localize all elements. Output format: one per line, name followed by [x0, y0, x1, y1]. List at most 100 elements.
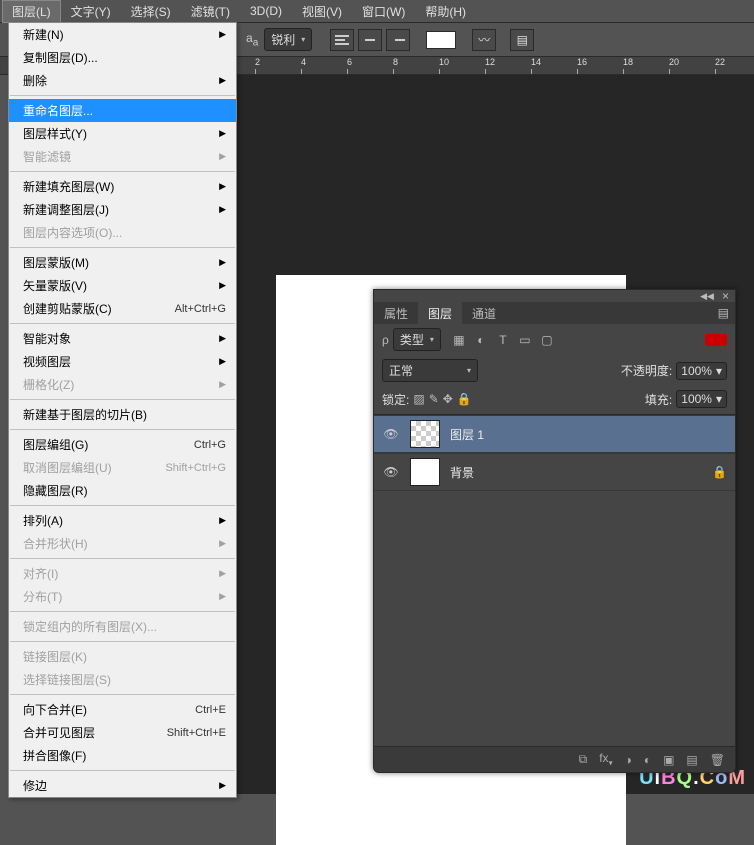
collapse-icon[interactable]: ◀◀: [700, 291, 714, 302]
lock-pixel-icon[interactable]: ✎: [429, 392, 439, 406]
link-layers-icon[interactable]: ⧉: [579, 752, 588, 767]
chevron-down-icon: ▾: [301, 35, 305, 44]
visibility-icon[interactable]: 👁: [382, 465, 400, 479]
align-center-button[interactable]: [358, 29, 382, 51]
menu-item-shortcut: Ctrl+E: [195, 704, 226, 716]
menubar-item-3[interactable]: 滤镜(T): [181, 0, 240, 23]
menu-item[interactable]: 排列(A)▶: [9, 509, 236, 532]
menu-item[interactable]: 图层编组(G)Ctrl+G: [9, 433, 236, 456]
layer-thumbnail[interactable]: [410, 458, 440, 486]
fx-icon[interactable]: fx▾: [599, 751, 612, 767]
panel-tab[interactable]: 图层: [418, 301, 462, 326]
new-layer-icon[interactable]: ▤: [686, 753, 697, 767]
menu-item[interactable]: 图层样式(Y)▶: [9, 122, 236, 145]
menu-item-label: 删除: [23, 72, 47, 89]
mask-icon[interactable]: ◑: [625, 753, 632, 767]
menu-item: 图层内容选项(O)...: [9, 221, 236, 244]
menu-item[interactable]: 拼合图像(F): [9, 744, 236, 767]
menu-item: 链接图层(K): [9, 645, 236, 668]
blend-mode-select[interactable]: 正常 ▾: [382, 359, 478, 382]
color-swatch[interactable]: [426, 31, 456, 49]
adjustment-icon[interactable]: ◐: [644, 753, 651, 767]
menu-separator: [10, 171, 235, 172]
layer-menu-dropdown: 新建(N)▶复制图层(D)...删除▶重命名图层...图层样式(Y)▶智能滤镜▶…: [8, 22, 237, 798]
antialias-value: 锐利: [271, 31, 295, 48]
menu-separator: [10, 770, 235, 771]
layer-row[interactable]: 👁背景🔒: [374, 453, 735, 491]
submenu-arrow-icon: ▶: [219, 181, 226, 192]
opacity-value: 100%: [681, 364, 712, 378]
menu-item[interactable]: 删除▶: [9, 69, 236, 92]
lock-all-icon[interactable]: 🔒: [457, 392, 472, 406]
menu-item[interactable]: 新建(N)▶: [9, 23, 236, 46]
menu-item[interactable]: 图层蒙版(M)▶: [9, 251, 236, 274]
menu-item-label: 新建填充图层(W): [23, 178, 114, 195]
menu-item[interactable]: 复制图层(D)...: [9, 46, 236, 69]
menu-separator: [10, 505, 235, 506]
layer-thumbnail[interactable]: [410, 420, 440, 448]
menu-item-label: 新建(N): [23, 26, 64, 43]
panel-tab[interactable]: 通道: [462, 301, 506, 326]
warp-text-button[interactable]: 〰: [472, 29, 496, 51]
menu-item[interactable]: 新建调整图层(J)▶: [9, 198, 236, 221]
ruler-tick: 6: [347, 57, 352, 67]
ruler-tick: 16: [577, 57, 587, 67]
menubar-item-5[interactable]: 视图(V): [292, 0, 352, 23]
menu-separator: [10, 429, 235, 430]
align-right-button[interactable]: [386, 29, 410, 51]
panel-menu-icon[interactable]: ▤: [718, 306, 729, 320]
lock-icon[interactable]: 🔒: [712, 465, 727, 479]
menu-item-shortcut: Shift+Ctrl+G: [165, 462, 226, 474]
menu-item-label: 排列(A): [23, 512, 63, 529]
menu-item-label: 向下合并(E): [23, 701, 87, 718]
menu-item[interactable]: 合并可见图层Shift+Ctrl+E: [9, 721, 236, 744]
menu-item-label: 栅格化(Z): [23, 376, 74, 393]
filter-adjust-icon[interactable]: ◐: [473, 332, 489, 348]
menu-item: 分布(T)▶: [9, 585, 236, 608]
menu-item-label: 创建剪贴蒙版(C): [23, 300, 112, 317]
submenu-arrow-icon: ▶: [219, 591, 226, 602]
menu-item[interactable]: 新建填充图层(W) ▶: [9, 175, 236, 198]
chevron-down-icon: ▾: [716, 392, 722, 406]
menubar-item-7[interactable]: 帮助(H): [415, 0, 476, 23]
menubar-item-2[interactable]: 选择(S): [121, 0, 181, 23]
menu-item[interactable]: 矢量蒙版(V)▶: [9, 274, 236, 297]
menu-item[interactable]: 重命名图层...: [9, 99, 236, 122]
panel-tab[interactable]: 属性: [374, 301, 418, 326]
filter-toggle[interactable]: [705, 334, 727, 346]
menubar-item-0[interactable]: 图层(L): [2, 0, 61, 23]
ruler-tick: 18: [623, 57, 633, 67]
lock-trans-icon[interactable]: ▨: [413, 392, 424, 406]
filter-text-icon[interactable]: T: [495, 332, 511, 348]
lock-pos-icon[interactable]: ✥: [443, 392, 453, 406]
menu-item[interactable]: 创建剪贴蒙版(C)Alt+Ctrl+G: [9, 297, 236, 320]
align-left-button[interactable]: [330, 29, 354, 51]
menu-item[interactable]: 智能对象▶: [9, 327, 236, 350]
opacity-input[interactable]: 100% ▾: [676, 362, 727, 380]
ruler-tick: 2: [255, 57, 260, 67]
menu-item[interactable]: 隐藏图层(R): [9, 479, 236, 502]
submenu-arrow-icon: ▶: [219, 280, 226, 291]
filter-smart-icon[interactable]: ▢: [539, 332, 555, 348]
aa-icon: aa: [246, 31, 258, 48]
menu-item[interactable]: 新建基于图层的切片(B): [9, 403, 236, 426]
menu-item[interactable]: 向下合并(E) Ctrl+E: [9, 698, 236, 721]
antialias-select[interactable]: 锐利 ▾: [264, 28, 312, 51]
menu-item[interactable]: 视频图层▶: [9, 350, 236, 373]
group-icon[interactable]: ▣: [663, 753, 674, 767]
filter-pixel-icon[interactable]: ▦: [451, 332, 467, 348]
filter-shape-icon[interactable]: ▭: [517, 332, 533, 348]
fill-input[interactable]: 100% ▾: [676, 390, 727, 408]
filter-type-select[interactable]: 类型 ▾: [393, 328, 441, 351]
menu-item-label: 复制图层(D)...: [23, 49, 98, 66]
close-icon[interactable]: ×: [722, 289, 729, 303]
menubar-item-1[interactable]: 文字(Y): [61, 0, 121, 23]
menubar-item-4[interactable]: 3D(D): [240, 1, 292, 21]
menubar-item-6[interactable]: 窗口(W): [352, 0, 415, 23]
menu-separator: [10, 247, 235, 248]
delete-icon[interactable]: 🗑: [710, 753, 725, 767]
visibility-icon[interactable]: 👁: [382, 427, 400, 441]
character-panel-button[interactable]: ▤: [510, 29, 534, 51]
menu-item: 选择链接图层(S): [9, 668, 236, 691]
layer-row[interactable]: 👁图层 1: [374, 415, 735, 453]
